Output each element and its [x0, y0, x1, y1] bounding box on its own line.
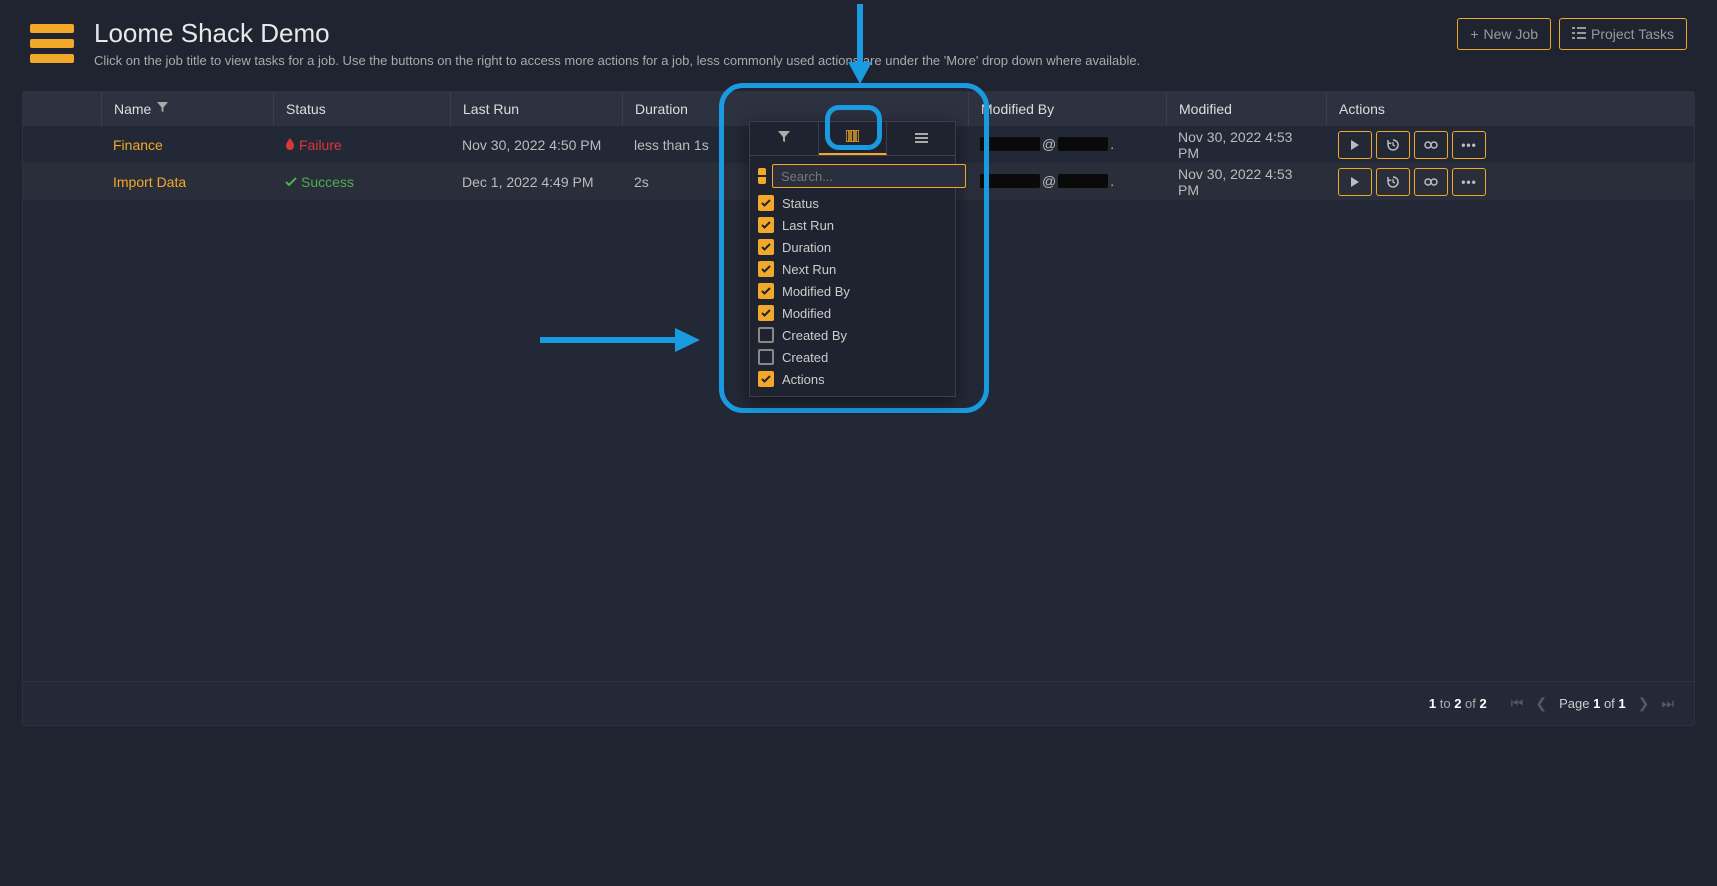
filter-icon[interactable] — [157, 102, 168, 116]
column-option-label: Duration — [782, 240, 831, 255]
history-button[interactable] — [1376, 131, 1410, 159]
checkbox-icon — [758, 195, 774, 211]
column-option-label: Last Run — [782, 218, 834, 233]
row-count-label: 1 to 2 of 2 — [1429, 696, 1487, 711]
new-job-button[interactable]: + New Job — [1457, 18, 1551, 50]
modified-by-value: @. — [980, 173, 1114, 189]
new-job-label: New Job — [1484, 26, 1538, 42]
checkbox-icon — [758, 261, 774, 277]
column-option-label: Created — [782, 350, 828, 365]
column-header-lastrun[interactable]: Last Run — [450, 92, 622, 126]
checkbox-icon — [758, 327, 774, 343]
column-option-label: Actions — [782, 372, 825, 387]
column-option-label: Modified By — [782, 284, 850, 299]
first-page-icon[interactable]: ⏮ — [1511, 695, 1524, 712]
modified-by-value: @. — [980, 136, 1114, 152]
last-page-icon[interactable]: ⏭ — [1661, 695, 1674, 712]
status-icon — [285, 137, 295, 153]
column-chooser-panel: Status Last Run Duration Next Run Modified B… — [749, 121, 956, 397]
page-subtitle: Click on the job title to view tasks for… — [94, 53, 1140, 68]
column-header-actions: Actions — [1326, 92, 1694, 126]
tab-columns[interactable] — [819, 122, 888, 155]
column-option[interactable]: Actions — [758, 370, 947, 388]
column-option-label: Next Run — [782, 262, 836, 277]
table-footer: 1 to 2 of 2 ⏮ ❮ Page 1 of 1 ❯ ⏭ — [23, 681, 1694, 725]
more-button[interactable]: ••• — [1452, 131, 1486, 159]
column-option[interactable]: Last Run — [758, 216, 947, 234]
column-option-label: Status — [782, 196, 819, 211]
list-icon — [1572, 26, 1586, 42]
checkbox-icon — [758, 305, 774, 321]
last-run-value: Nov 30, 2022 4:50 PM — [450, 137, 622, 153]
status-icon — [285, 174, 297, 190]
checkbox-icon — [758, 371, 774, 387]
select-all-checkbox[interactable] — [758, 168, 766, 184]
checkbox-icon — [758, 239, 774, 255]
column-option[interactable]: Modified — [758, 304, 947, 322]
run-button[interactable] — [1338, 131, 1372, 159]
column-option[interactable]: Created — [758, 348, 947, 366]
column-option-label: Created By — [782, 328, 847, 343]
column-option[interactable]: Next Run — [758, 260, 947, 278]
checkbox-icon — [758, 217, 774, 233]
last-run-value: Dec 1, 2022 4:49 PM — [450, 174, 622, 190]
column-option-label: Modified — [782, 306, 831, 321]
more-button[interactable]: ••• — [1452, 168, 1486, 196]
job-name-link[interactable]: Finance — [113, 137, 163, 153]
next-page-icon[interactable]: ❯ — [1638, 695, 1650, 712]
job-name-link[interactable]: Import Data — [113, 174, 186, 190]
column-option[interactable]: Created By — [758, 326, 947, 344]
history-button[interactable] — [1376, 168, 1410, 196]
tab-menu[interactable] — [887, 122, 955, 155]
modified-value: Nov 30, 2022 4:53 PM — [1166, 129, 1326, 161]
column-option[interactable]: Status — [758, 194, 947, 212]
link-button[interactable] — [1414, 168, 1448, 196]
column-option[interactable]: Duration — [758, 238, 947, 256]
column-header-modified[interactable]: Modified — [1166, 92, 1326, 126]
plus-icon: + — [1470, 26, 1478, 42]
checkbox-icon — [758, 349, 774, 365]
project-tasks-label: Project Tasks — [1591, 26, 1674, 42]
run-button[interactable] — [1338, 168, 1372, 196]
column-header-status[interactable]: Status — [273, 92, 450, 126]
column-option[interactable]: Modified By — [758, 282, 947, 300]
checkbox-icon — [758, 283, 774, 299]
page-label: Page 1 of 1 — [1559, 696, 1626, 711]
project-tasks-button[interactable]: Project Tasks — [1559, 18, 1687, 50]
column-header-modifiedby[interactable]: Modified By — [968, 92, 1166, 126]
menu-tab-icon — [915, 131, 928, 146]
hamburger-menu-icon[interactable] — [30, 18, 74, 69]
status-badge: Success — [285, 174, 354, 190]
filter-tab-icon — [778, 131, 790, 146]
columns-tab-icon — [846, 130, 859, 145]
page-title: Loome Shack Demo — [94, 18, 1140, 49]
modified-value: Nov 30, 2022 4:53 PM — [1166, 166, 1326, 198]
prev-page-icon[interactable]: ❮ — [1535, 695, 1547, 712]
link-button[interactable] — [1414, 131, 1448, 159]
column-search-input[interactable] — [772, 164, 966, 188]
status-badge: Failure — [285, 137, 342, 153]
column-header-name[interactable]: Name — [101, 92, 273, 126]
tab-filter[interactable] — [750, 122, 819, 155]
